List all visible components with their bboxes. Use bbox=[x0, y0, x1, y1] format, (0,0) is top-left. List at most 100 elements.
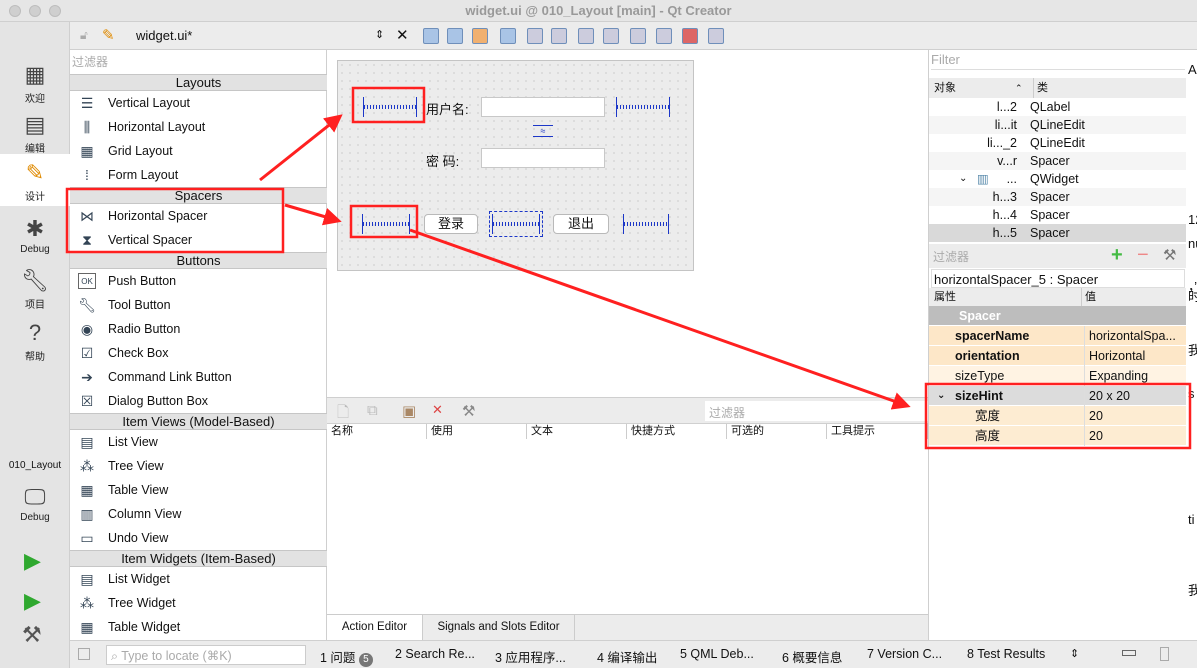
toggle-sidebar-icon[interactable] bbox=[78, 648, 90, 660]
add-property-icon[interactable]: + bbox=[1111, 244, 1123, 267]
widget-item[interactable]: ➔ Command Link Button bbox=[70, 365, 327, 389]
right-sidebar-toggle-icon[interactable] bbox=[1160, 647, 1169, 661]
widget-item[interactable]: ⁂ Tree View bbox=[70, 454, 327, 478]
category-header[interactable]: Buttons bbox=[70, 252, 327, 269]
open-file-name[interactable]: widget.ui* bbox=[136, 28, 192, 43]
edit-buddies-icon[interactable] bbox=[472, 28, 488, 44]
layout-v-splitter-icon[interactable] bbox=[603, 28, 619, 44]
remove-property-icon[interactable]: − bbox=[1137, 244, 1149, 267]
kit-selector[interactable]: 🖵︎ Debug bbox=[0, 478, 70, 530]
output-tab[interactable]: 8 Test Results bbox=[967, 647, 1045, 661]
delete-action-icon[interactable]: ✕ bbox=[432, 402, 443, 418]
property-row[interactable]: spacerName horizontalSpa... bbox=[929, 326, 1187, 346]
widget-item[interactable]: ⫼ Horizontal Layout bbox=[70, 115, 327, 139]
paste-action-icon[interactable]: ▣ bbox=[402, 402, 416, 420]
widget-item[interactable]: ◉ Radio Button bbox=[70, 317, 327, 341]
widget-item[interactable]: ⁞ Form Layout bbox=[70, 163, 327, 187]
widget-item[interactable]: ▥ Column View bbox=[70, 502, 327, 526]
column-header[interactable]: 工具提示 bbox=[827, 424, 928, 439]
exit-button[interactable]: 退出 bbox=[553, 214, 609, 234]
locator-input[interactable]: ⌕ Type to locate (⌘K) bbox=[106, 645, 306, 665]
col-object[interactable]: 对象 bbox=[934, 78, 956, 98]
output-tab[interactable]: 4 编译输出 bbox=[597, 647, 657, 666]
property-row[interactable]: ⌄ sizeHint 20 x 20 bbox=[929, 386, 1187, 406]
widget-item[interactable]: ☑ Check Box bbox=[70, 341, 327, 365]
minimize-window-button[interactable] bbox=[29, 5, 41, 17]
object-row[interactable]: li...it QLineEdit bbox=[929, 116, 1187, 134]
output-pane-toggle-icon[interactable] bbox=[1122, 650, 1136, 656]
login-button[interactable]: 登录 bbox=[424, 214, 478, 234]
property-group-spacer[interactable]: Spacer bbox=[929, 306, 1187, 326]
password-input[interactable] bbox=[481, 148, 605, 168]
property-row[interactable]: orientation Horizontal bbox=[929, 346, 1187, 366]
column-header[interactable]: 快捷方式 bbox=[627, 424, 727, 439]
adjust-size-icon[interactable] bbox=[708, 28, 724, 44]
output-tab[interactable]: 6 概要信息 bbox=[782, 647, 842, 666]
column-header[interactable]: 名称 bbox=[327, 424, 427, 439]
form-widget[interactable]: 用户名: ≈ 密 码: 登录 退出 bbox=[337, 60, 694, 271]
object-row[interactable]: l...2 QLabel bbox=[929, 98, 1187, 116]
copy-action-icon[interactable]: ⧉ bbox=[367, 402, 378, 419]
mode-debug[interactable]: ✱ Debug bbox=[0, 210, 70, 262]
widget-item[interactable]: 🔧︎ Tool Button bbox=[70, 293, 327, 317]
column-header[interactable]: 文本 bbox=[527, 424, 627, 439]
zoom-window-button[interactable] bbox=[49, 5, 61, 17]
edit-widgets-icon[interactable] bbox=[423, 28, 439, 44]
output-tab[interactable]: 3 应用程序... bbox=[495, 647, 566, 666]
horizontal-spacer[interactable] bbox=[362, 214, 410, 234]
vertical-spacer[interactable]: ≈ bbox=[533, 125, 553, 137]
tab-signals-slots[interactable]: Signals and Slots Editor bbox=[423, 615, 575, 640]
username-input[interactable] bbox=[481, 97, 605, 117]
widget-item[interactable]: ⁂ Tree Widget bbox=[70, 591, 327, 615]
col-value[interactable]: 值 bbox=[1081, 288, 1096, 306]
close-window-button[interactable] bbox=[9, 5, 21, 17]
widget-item[interactable]: ☒ Dialog Button Box bbox=[70, 389, 327, 413]
category-header[interactable]: Layouts bbox=[70, 74, 327, 91]
horizontal-spacer[interactable] bbox=[623, 214, 669, 234]
output-tab[interactable]: 2 Search Re... bbox=[395, 647, 475, 661]
expand-chevron-icon[interactable]: ⌄ bbox=[937, 386, 945, 406]
widget-item[interactable]: ▭ Undo View bbox=[70, 526, 327, 550]
widget-item[interactable]: ⋈ Horizontal Spacer bbox=[70, 204, 327, 228]
category-header[interactable]: Spacers bbox=[70, 187, 327, 204]
close-file-icon[interactable]: ✕ bbox=[396, 26, 409, 44]
property-row[interactable]: sizeType Expanding bbox=[929, 366, 1187, 386]
output-tab[interactable]: 1 问题 5 bbox=[320, 647, 373, 667]
column-header[interactable]: 使用 bbox=[427, 424, 527, 439]
object-row[interactable]: h...5 Spacer bbox=[929, 224, 1187, 242]
layout-form-icon[interactable] bbox=[630, 28, 646, 44]
output-tab[interactable]: 5 QML Deb... bbox=[680, 647, 754, 661]
edit-tab-order-icon[interactable] bbox=[500, 28, 516, 44]
mode-design[interactable]: ✎ 设计 bbox=[0, 154, 70, 206]
layout-h-splitter-icon[interactable] bbox=[578, 28, 594, 44]
category-header[interactable]: Item Widgets (Item-Based) bbox=[70, 550, 327, 567]
horizontal-spacer[interactable] bbox=[363, 97, 417, 117]
property-value[interactable]: Expanding bbox=[1084, 366, 1148, 386]
mode-edit[interactable]: ▤ 编辑 bbox=[0, 106, 70, 158]
widget-item[interactable]: ⧗ Vertical Spacer bbox=[70, 228, 327, 252]
widget-item[interactable]: ▦ Table View bbox=[70, 478, 327, 502]
property-value[interactable]: Horizontal bbox=[1084, 346, 1145, 366]
horizontal-spacer[interactable] bbox=[616, 97, 670, 117]
widget-filter-input[interactable]: 过滤器 bbox=[72, 53, 108, 70]
edit-signals-icon[interactable] bbox=[447, 28, 463, 44]
col-class[interactable]: 类 bbox=[1033, 78, 1048, 98]
layout-horizontal-icon[interactable] bbox=[527, 28, 543, 44]
property-row[interactable]: 高度 20 bbox=[929, 426, 1187, 446]
selected-horizontal-spacer[interactable] bbox=[489, 211, 543, 237]
object-row[interactable]: h...3 Spacer bbox=[929, 188, 1187, 206]
col-property[interactable]: 属性 bbox=[934, 288, 956, 306]
file-switch-chevron-icon[interactable]: ⇕ bbox=[375, 28, 384, 41]
property-value[interactable]: horizontalSpa... bbox=[1084, 326, 1176, 346]
object-row[interactable]: h...4 Spacer bbox=[929, 206, 1187, 224]
action-filter-input[interactable]: 过滤器 bbox=[705, 401, 928, 421]
run-icon[interactable]: ▶ bbox=[24, 548, 41, 574]
widget-item[interactable]: OK Push Button bbox=[70, 269, 327, 293]
mode-welcome[interactable]: ▦ 欢迎 bbox=[0, 56, 70, 108]
output-tab[interactable]: 7 Version C... bbox=[867, 647, 942, 661]
widget-item[interactable]: ☰ Vertical Layout bbox=[70, 91, 327, 115]
object-filter-input[interactable]: Filter bbox=[931, 52, 1185, 70]
widget-item[interactable]: ▤ List View bbox=[70, 430, 327, 454]
category-header[interactable]: Item Views (Model-Based) bbox=[70, 413, 327, 430]
widget-item[interactable]: ▦ Grid Layout bbox=[70, 139, 327, 163]
